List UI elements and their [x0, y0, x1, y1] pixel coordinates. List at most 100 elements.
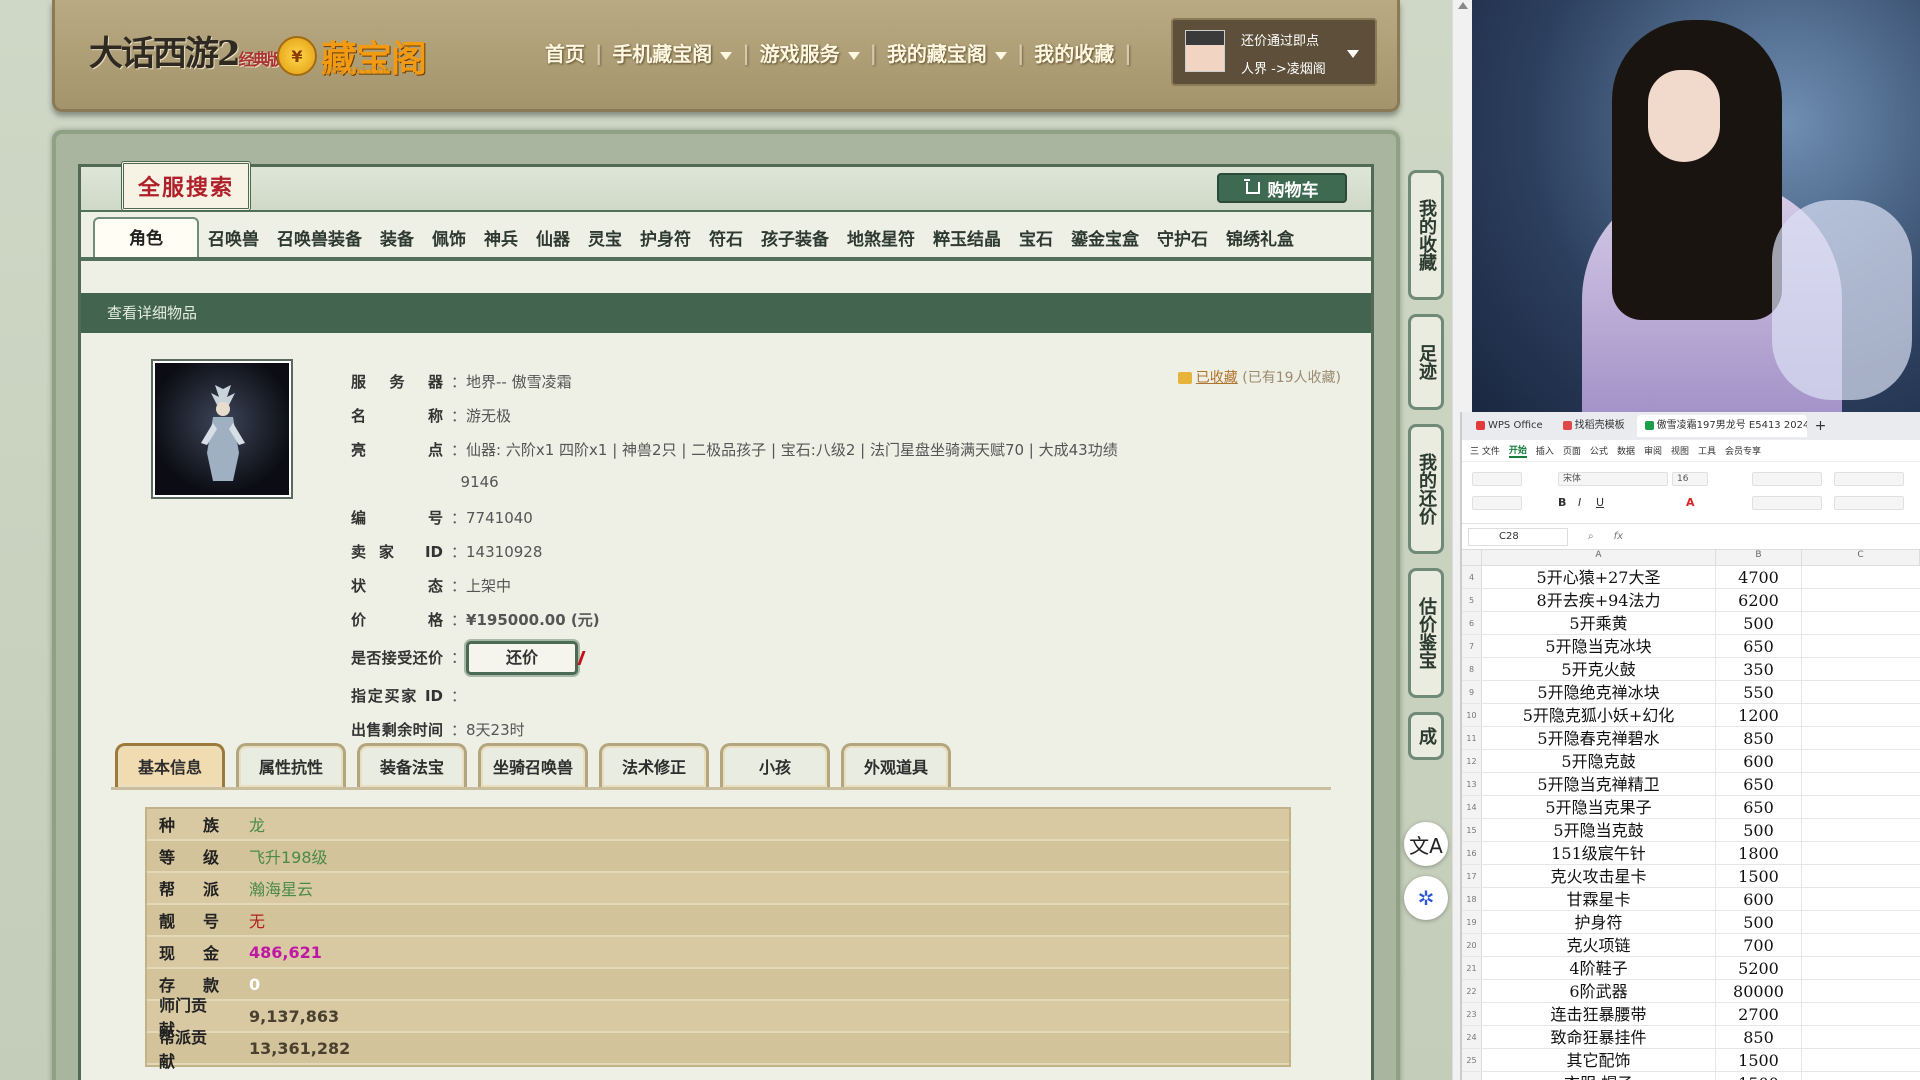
- cell-price[interactable]: 1500: [1716, 1072, 1802, 1080]
- row-number[interactable]: 21: [1462, 957, 1482, 979]
- underline-icon[interactable]: U: [1596, 496, 1604, 509]
- paste-button[interactable]: [1472, 496, 1522, 510]
- menu-member[interactable]: 会员专享: [1725, 444, 1761, 457]
- row-number[interactable]: 11: [1462, 727, 1482, 749]
- cell-item-name[interactable]: 6阶武器: [1482, 980, 1716, 1002]
- wps-tab-templates[interactable]: 找稻壳模板: [1555, 415, 1633, 437]
- menu-home[interactable]: 开始: [1508, 443, 1527, 458]
- cell-price[interactable]: 500: [1716, 819, 1802, 841]
- cell-empty[interactable]: [1802, 681, 1920, 703]
- cell-item-name[interactable]: 8开去疾+94法力: [1482, 589, 1716, 611]
- tab-attributes[interactable]: 属性抗性: [236, 743, 346, 787]
- tab-role[interactable]: 角色: [93, 217, 199, 257]
- cell-empty[interactable]: [1802, 1003, 1920, 1025]
- cell-empty[interactable]: [1802, 773, 1920, 795]
- tab-equipment[interactable]: 装备: [371, 223, 423, 257]
- format-painter-button[interactable]: [1472, 472, 1522, 486]
- cell-price[interactable]: 850: [1716, 1026, 1802, 1048]
- cell-price[interactable]: 650: [1716, 773, 1802, 795]
- cell-price[interactable]: 500: [1716, 612, 1802, 634]
- cell-empty[interactable]: [1802, 1049, 1920, 1071]
- cell-price[interactable]: 1500: [1716, 865, 1802, 887]
- tab-basic-info[interactable]: 基本信息: [115, 743, 225, 787]
- column-header-a[interactable]: A: [1482, 550, 1716, 565]
- tab-summon-beast[interactable]: 召唤兽: [199, 223, 268, 257]
- row-number[interactable]: 16: [1462, 842, 1482, 864]
- align-group-2[interactable]: [1752, 496, 1822, 510]
- row-number[interactable]: 8: [1462, 658, 1482, 680]
- cell-item-name[interactable]: 5开隐当克禅精卫: [1482, 773, 1716, 795]
- cell-price[interactable]: 600: [1716, 888, 1802, 910]
- side-tab-my-offers[interactable]: 我的还价: [1408, 424, 1444, 554]
- menu-file[interactable]: 三 文件: [1470, 444, 1500, 457]
- row-number[interactable]: 10: [1462, 704, 1482, 726]
- cell-item-name[interactable]: 151级宸午针: [1482, 842, 1716, 864]
- cell-item-name[interactable]: 5开隐当克果子: [1482, 796, 1716, 818]
- cell-price[interactable]: 5200: [1716, 957, 1802, 979]
- tab-guardian-stone[interactable]: 守护石: [1148, 223, 1217, 257]
- bold-icon[interactable]: B: [1558, 496, 1566, 509]
- cell-item-name[interactable]: 克火攻击星卡: [1482, 865, 1716, 887]
- cell-price[interactable]: 1200: [1716, 704, 1802, 726]
- cell-empty[interactable]: [1802, 1026, 1920, 1048]
- nav-mobile-cbg[interactable]: 手机藏宝阁: [602, 38, 742, 67]
- row-number[interactable]: 24: [1462, 1026, 1482, 1048]
- cell-item-name[interactable]: 克火项链: [1482, 934, 1716, 956]
- italic-icon[interactable]: I: [1578, 496, 1581, 509]
- tab-mount-summon[interactable]: 坐骑召唤兽: [478, 743, 588, 787]
- counter-offer-button[interactable]: 还价: [466, 641, 579, 675]
- cell-empty[interactable]: [1802, 750, 1920, 772]
- row-number[interactable]: 26: [1462, 1072, 1482, 1080]
- user-menu[interactable]: 还价通过即点 人界 ->凌烟阁: [1171, 18, 1377, 86]
- cell-empty[interactable]: [1802, 727, 1920, 749]
- translate-icon[interactable]: 文A: [1404, 822, 1448, 866]
- menu-data[interactable]: 数据: [1617, 444, 1635, 457]
- cell-price[interactable]: 1800: [1716, 842, 1802, 864]
- cell-item-name[interactable]: 5开心猿+27大圣: [1482, 566, 1716, 588]
- cell-item-name[interactable]: 5开克火鼓: [1482, 658, 1716, 680]
- side-tab-deals[interactable]: 成: [1408, 712, 1444, 760]
- cell-empty[interactable]: [1802, 865, 1920, 887]
- cell-item-name[interactable]: 连击狂暴腰带: [1482, 1003, 1716, 1025]
- cell-empty[interactable]: [1802, 635, 1920, 657]
- tab-appearance[interactable]: 外观道具: [841, 743, 951, 787]
- cell-price[interactable]: 80000: [1716, 980, 1802, 1002]
- tab-accessory[interactable]: 佩饰: [423, 223, 475, 257]
- cell-empty[interactable]: [1802, 589, 1920, 611]
- cell-empty[interactable]: [1802, 957, 1920, 979]
- cell-empty[interactable]: [1802, 704, 1920, 726]
- tab-child-equipment[interactable]: 孩子装备: [752, 223, 838, 257]
- row-number[interactable]: 20: [1462, 934, 1482, 956]
- cell-item-name[interactable]: 其它配饰: [1482, 1049, 1716, 1071]
- fx-icon[interactable]: fx: [1614, 531, 1623, 542]
- tab-jade-crystal[interactable]: 粹玉结晶: [924, 223, 1010, 257]
- menu-view[interactable]: 视图: [1671, 444, 1689, 457]
- tab-immortal-artifact[interactable]: 仙器: [527, 223, 579, 257]
- cell-empty[interactable]: [1802, 842, 1920, 864]
- new-tab-icon[interactable]: +: [1815, 418, 1827, 434]
- tab-divine-weapon[interactable]: 神兵: [475, 223, 527, 257]
- cell-price[interactable]: 4700: [1716, 566, 1802, 588]
- cell-item-name[interactable]: 5开隐当克鼓: [1482, 819, 1716, 841]
- cell-item-name[interactable]: 致命狂暴挂件: [1482, 1026, 1716, 1048]
- cell-price[interactable]: 650: [1716, 796, 1802, 818]
- row-number[interactable]: 23: [1462, 1003, 1482, 1025]
- wps-tab-sheet[interactable]: 傲雪凌霜197男龙号 E5413 2024: [1636, 415, 1807, 437]
- font-color-icon[interactable]: A: [1686, 496, 1695, 509]
- row-number[interactable]: 19: [1462, 911, 1482, 933]
- nav-my-cbg[interactable]: 我的藏宝阁: [877, 38, 1017, 67]
- cell-reference-box[interactable]: C28: [1468, 527, 1568, 546]
- row-number[interactable]: 6: [1462, 612, 1482, 634]
- tab-rune-stone[interactable]: 符石: [700, 223, 752, 257]
- side-tab-appraisal[interactable]: 估价鉴宝: [1408, 568, 1444, 698]
- cell-empty[interactable]: [1802, 612, 1920, 634]
- favorite-link[interactable]: 已收藏 (已有19人收藏): [1177, 367, 1341, 387]
- row-number[interactable]: 9: [1462, 681, 1482, 703]
- cell-empty[interactable]: [1802, 1072, 1920, 1080]
- menu-formula[interactable]: 公式: [1590, 444, 1608, 457]
- merge-button[interactable]: [1834, 496, 1904, 510]
- row-number[interactable]: 15: [1462, 819, 1482, 841]
- corner-cell[interactable]: [1462, 550, 1482, 565]
- tab-child[interactable]: 小孩: [720, 743, 830, 787]
- cell-item-name[interactable]: 5开隐克狐小妖+幻化: [1482, 704, 1716, 726]
